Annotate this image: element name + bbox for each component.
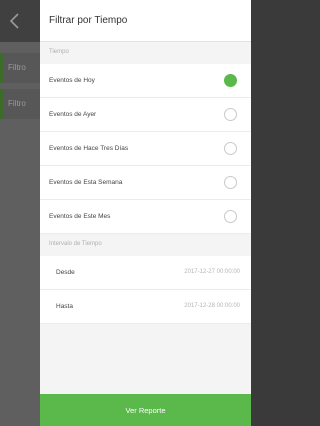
time-option-three-days[interactable]: Eventos de Hace Tres Días	[40, 132, 251, 166]
background-page: Filtro Filtro	[0, 0, 40, 426]
radio-selected-icon[interactable]	[224, 74, 237, 87]
time-section-label: Tiempo	[40, 42, 251, 64]
radio-unselected-icon[interactable]	[224, 210, 237, 223]
radio-unselected-icon[interactable]	[224, 142, 237, 155]
time-options-list: Eventos de Hoy Eventos de Ayer Eventos d…	[40, 64, 251, 234]
from-date-value[interactable]: 2017-12-27 00:00:00	[184, 269, 240, 275]
time-option-label: Eventos de Hoy	[49, 77, 95, 84]
from-date-row[interactable]: Desde 2017-12-27 00:00:00	[40, 256, 251, 290]
time-option-label: Eventos de Este Mes	[49, 213, 111, 220]
time-option-label: Eventos de Esta Semana	[49, 179, 123, 186]
time-option-label: Eventos de Hace Tres Días	[49, 145, 129, 152]
time-option-label: Eventos de Ayer	[49, 111, 97, 118]
view-report-button[interactable]: Ver Reporte	[40, 394, 251, 426]
to-label: Hasta	[56, 303, 73, 310]
filter-drawer: Filtrar por Tiempo Tiempo Eventos de Hoy…	[40, 0, 251, 426]
background-filter-tab: Filtro	[0, 53, 40, 83]
time-option-this-week[interactable]: Eventos de Esta Semana	[40, 166, 251, 200]
background-filter-tab: Filtro	[0, 89, 40, 119]
to-date-value[interactable]: 2017-12-28 00:00:00	[184, 303, 240, 309]
background-header	[0, 0, 40, 42]
to-date-row[interactable]: Hasta 2017-12-28 00:00:00	[40, 290, 251, 324]
time-option-this-month[interactable]: Eventos de Este Mes	[40, 200, 251, 234]
time-option-yesterday[interactable]: Eventos de Ayer	[40, 98, 251, 132]
time-option-today[interactable]: Eventos de Hoy	[40, 64, 251, 98]
interval-section-label: Intervalo de Tiempo	[40, 234, 251, 256]
drawer-title: Filtrar por Tiempo	[40, 0, 251, 42]
back-chevron-icon[interactable]	[9, 13, 21, 29]
radio-unselected-icon[interactable]	[224, 176, 237, 189]
interval-list: Desde 2017-12-27 00:00:00 Hasta 2017-12-…	[40, 256, 251, 324]
radio-unselected-icon[interactable]	[224, 108, 237, 121]
from-label: Desde	[56, 269, 75, 276]
